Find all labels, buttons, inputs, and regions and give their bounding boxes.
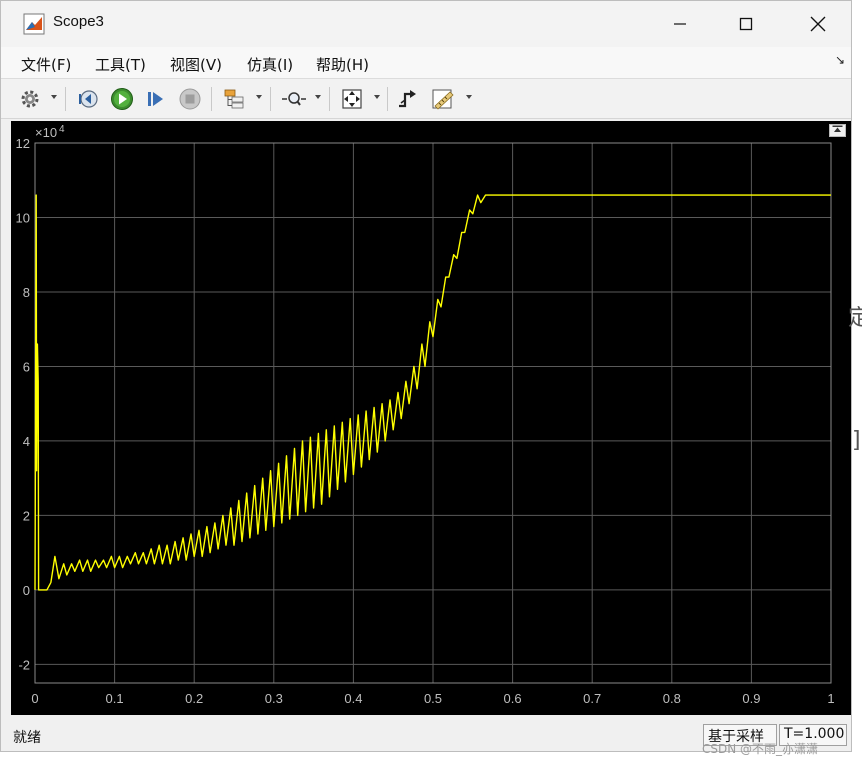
y-tick-label: 2 bbox=[23, 508, 30, 523]
fit-axes-button[interactable] bbox=[339, 86, 365, 112]
zoom-button[interactable] bbox=[281, 86, 307, 112]
zoom-dropdown-icon[interactable] bbox=[315, 95, 321, 99]
trigger-icon bbox=[399, 90, 416, 108]
x-tick-label: 0.9 bbox=[742, 691, 760, 706]
toolbar-separator bbox=[329, 87, 330, 111]
step-forward-button[interactable] bbox=[143, 86, 169, 112]
x-tick-label: 0 bbox=[31, 691, 38, 706]
dock-arrow-icon[interactable]: ↘ bbox=[835, 53, 845, 67]
stop-button[interactable] bbox=[177, 86, 203, 112]
watermark: CSDN @不雨_亦潇潇 bbox=[702, 742, 819, 756]
background-glyph: 定 bbox=[848, 306, 862, 331]
y-tick-label: 10 bbox=[16, 210, 30, 225]
x-tick-label: 0.3 bbox=[265, 691, 283, 706]
y-tick-label: 4 bbox=[23, 434, 30, 449]
toolbar-separator bbox=[387, 87, 388, 111]
x-tick-label: 1 bbox=[827, 691, 834, 706]
window-title: Scope3 bbox=[53, 13, 104, 30]
matlab-logo-icon bbox=[23, 13, 45, 35]
menu-view[interactable]: 视图(V) bbox=[170, 54, 222, 75]
y-tick-label: -2 bbox=[18, 657, 30, 672]
settings-dropdown-icon[interactable] bbox=[51, 95, 57, 99]
maximize-icon bbox=[739, 17, 753, 31]
run-button[interactable] bbox=[109, 86, 135, 112]
close-button[interactable] bbox=[795, 1, 841, 47]
signal-tree-icon bbox=[224, 89, 244, 109]
x-tick-label: 0.8 bbox=[663, 691, 681, 706]
background-glyph: ] bbox=[852, 428, 861, 453]
measure-icon bbox=[432, 89, 454, 110]
menu-file[interactable]: 文件(F) bbox=[21, 54, 71, 75]
toolbar-separator bbox=[65, 87, 66, 111]
scope-chart: 0 0.1 0.2 0.3 0.4 0.5 0.6 0.7 0.8 0.9 1 -2 0 2 4 6 8 10 12… bbox=[16, 124, 835, 706]
minimize-button[interactable] bbox=[657, 1, 703, 47]
y-tick-label: 8 bbox=[23, 285, 30, 300]
menu-bar: 文件(F) 工具(T) 视图(V) 仿真(I) 帮助(H) ↘ bbox=[1, 47, 851, 79]
x-tick-label: 0.4 bbox=[344, 691, 362, 706]
scope-plot-area[interactable]: 0 0.1 0.2 0.3 0.4 0.5 0.6 0.7 0.8 0.9 1 -2 0 2 4 6 8 10 12… bbox=[11, 121, 851, 715]
gear-icon bbox=[21, 90, 39, 108]
y-exponent-superscript: 4 bbox=[59, 124, 65, 135]
expand-icon bbox=[832, 125, 843, 132]
x-tick-label: 0.1 bbox=[106, 691, 124, 706]
x-tick-label: 0.5 bbox=[424, 691, 442, 706]
menu-tools[interactable]: 工具(T) bbox=[95, 54, 146, 75]
run-icon bbox=[111, 88, 133, 110]
signal-selector-button[interactable] bbox=[221, 86, 247, 112]
y-tick-label: 12 bbox=[16, 136, 30, 151]
toolbar bbox=[1, 79, 851, 119]
y-exponent-label: ×10 bbox=[35, 125, 57, 140]
close-icon bbox=[810, 16, 826, 32]
signal-dropdown-icon[interactable] bbox=[256, 95, 262, 99]
x-tick-label: 0.7 bbox=[583, 691, 601, 706]
step-forward-icon bbox=[148, 92, 163, 106]
y-tick-label: 6 bbox=[23, 359, 30, 374]
fit-axes-icon bbox=[342, 89, 362, 109]
menu-simulation[interactable]: 仿真(I) bbox=[247, 54, 293, 75]
toolbar-separator bbox=[270, 87, 271, 111]
fit-axes-dropdown-icon[interactable] bbox=[374, 95, 380, 99]
title-bar: Scope3 bbox=[1, 1, 851, 47]
trigger-button[interactable] bbox=[395, 86, 421, 112]
status-text: 就绪 bbox=[13, 730, 41, 746]
menu-help[interactable]: 帮助(H) bbox=[316, 54, 369, 75]
zoom-icon bbox=[282, 92, 306, 106]
settings-button[interactable] bbox=[17, 86, 43, 112]
measurement-dropdown-icon[interactable] bbox=[466, 95, 472, 99]
step-back-button[interactable] bbox=[75, 86, 101, 112]
maximize-button[interactable] bbox=[723, 1, 769, 47]
stop-icon bbox=[179, 88, 201, 110]
measurement-button[interactable] bbox=[431, 86, 457, 112]
scope-window: Scope3 文件(F) 工具(T) 视图(V) 仿真(I) 帮助(H) ↘ 0… bbox=[0, 0, 852, 752]
y-tick-label: 0 bbox=[23, 583, 30, 598]
minimize-icon bbox=[674, 23, 686, 25]
step-back-icon bbox=[79, 90, 98, 108]
toolbar-separator bbox=[211, 87, 212, 111]
x-tick-label: 0.2 bbox=[185, 691, 203, 706]
undock-axes-button[interactable] bbox=[829, 124, 846, 137]
x-tick-label: 0.6 bbox=[504, 691, 522, 706]
